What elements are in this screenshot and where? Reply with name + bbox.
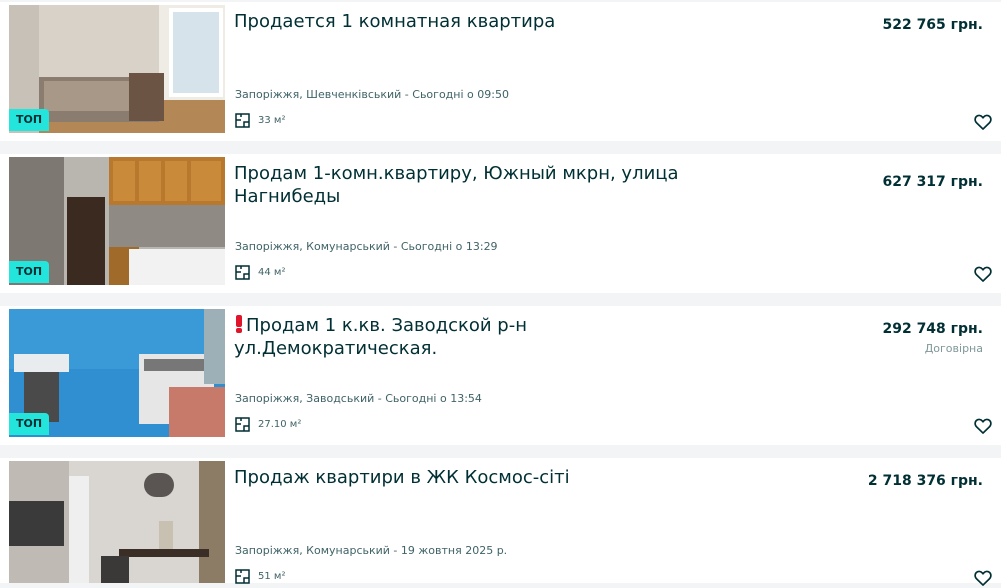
top-badge: ТОП bbox=[9, 261, 50, 283]
listing-area: 44 м² bbox=[258, 267, 286, 278]
heart-outline-icon[interactable] bbox=[973, 416, 993, 436]
floor-plan-icon bbox=[235, 265, 250, 280]
listing-title[interactable]: Продается 1 комнатная квартира bbox=[234, 10, 704, 33]
negotiable-label: Договірна bbox=[924, 342, 983, 355]
heart-outline-icon[interactable] bbox=[973, 568, 993, 588]
listing-card[interactable]: Продаж квартири в ЖК Космос-сіті 2 718 3… bbox=[0, 458, 1001, 586]
floor-plan-icon bbox=[235, 417, 250, 432]
listing-area: 27.10 м² bbox=[258, 419, 302, 430]
listing-price: 522 765 грн. bbox=[882, 17, 983, 33]
floor-plan-icon bbox=[235, 113, 250, 128]
listing-card[interactable]: ТОП Продам 1-комн.квартиру, Южный мкрн, … bbox=[0, 154, 1001, 293]
listing-card[interactable]: ТОП Продам 1 к.кв. Заводской р-н ул.Демо… bbox=[0, 306, 1001, 445]
top-badge: ТОП bbox=[9, 413, 50, 435]
listing-location-date: Запоріжжя, Шевченківський - Сьогодні о 0… bbox=[235, 88, 509, 101]
listing-location-date: Запоріжжя, Комунарський - 19 жовтня 2025… bbox=[235, 544, 508, 557]
listing-title[interactable]: Продаж квартири в ЖК Космос-сіті bbox=[234, 466, 704, 489]
floor-plan-icon bbox=[235, 569, 250, 584]
listing-photo[interactable] bbox=[9, 461, 225, 583]
listing-price: 627 317 грн. bbox=[882, 174, 983, 190]
listing-card[interactable]: ТОП Продается 1 комнатная квартира 522 7… bbox=[0, 2, 1001, 141]
listing-title-text: Продам 1 к.кв. Заводской р-н ул.Демократ… bbox=[234, 315, 527, 359]
heart-outline-icon[interactable] bbox=[973, 264, 993, 284]
listing-location-date: Запоріжжя, Заводський - Сьогодні о 13:54 bbox=[235, 392, 482, 405]
listing-price: 2 718 376 грн. bbox=[867, 473, 983, 489]
heart-outline-icon[interactable] bbox=[973, 112, 993, 132]
listing-area: 33 м² bbox=[258, 115, 286, 126]
listing-location-date: Запоріжжя, Комунарський - Сьогодні о 13:… bbox=[235, 240, 498, 253]
top-badge: ТОП bbox=[9, 109, 50, 131]
listing-title[interactable]: Продам 1-комн.квартиру, Южный мкрн, улиц… bbox=[234, 162, 704, 208]
red-exclamation-icon bbox=[236, 315, 242, 333]
modern-interior-photo-image bbox=[9, 461, 225, 583]
listing-price: 292 748 грн. bbox=[882, 321, 983, 337]
listing-area: 51 м² bbox=[258, 571, 286, 582]
listing-title[interactable]: Продам 1 к.кв. Заводской р-н ул.Демократ… bbox=[234, 314, 704, 360]
